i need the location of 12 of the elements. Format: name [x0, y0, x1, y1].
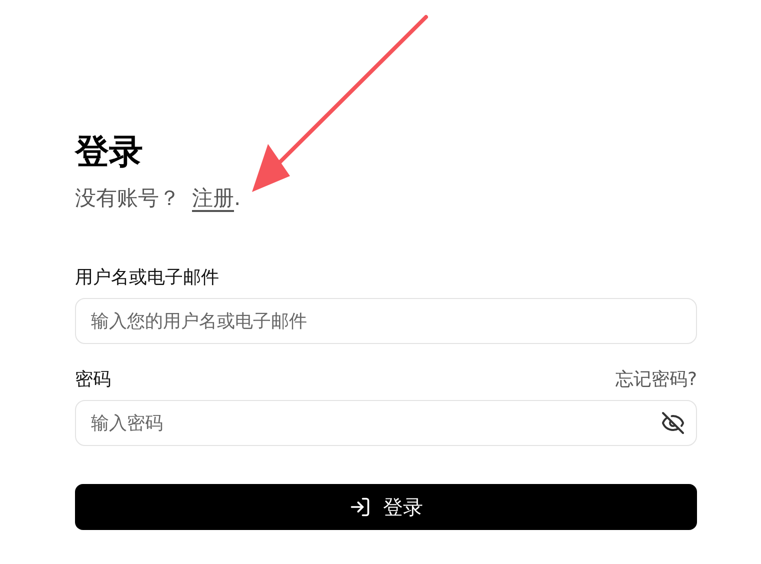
- login-button[interactable]: 登录: [75, 484, 697, 530]
- signup-link[interactable]: 注册: [192, 182, 234, 214]
- login-icon: [349, 496, 371, 518]
- input-field[interactable]: 输入您的用户名或电子邮件: [75, 298, 697, 344]
- field-label: 密码: [75, 368, 111, 391]
- page-title: 登录: [75, 131, 144, 174]
- signup-prompt: 没有账号？: [75, 185, 180, 212]
- punctuation: .: [234, 185, 241, 212]
- field-label: 用户名或电子邮件: [75, 266, 219, 289]
- password-field[interactable]: 输入密码: [75, 400, 697, 446]
- eye-off-icon[interactable]: [661, 411, 685, 435]
- forgot-password-link[interactable]: 忘记密码?: [615, 367, 697, 391]
